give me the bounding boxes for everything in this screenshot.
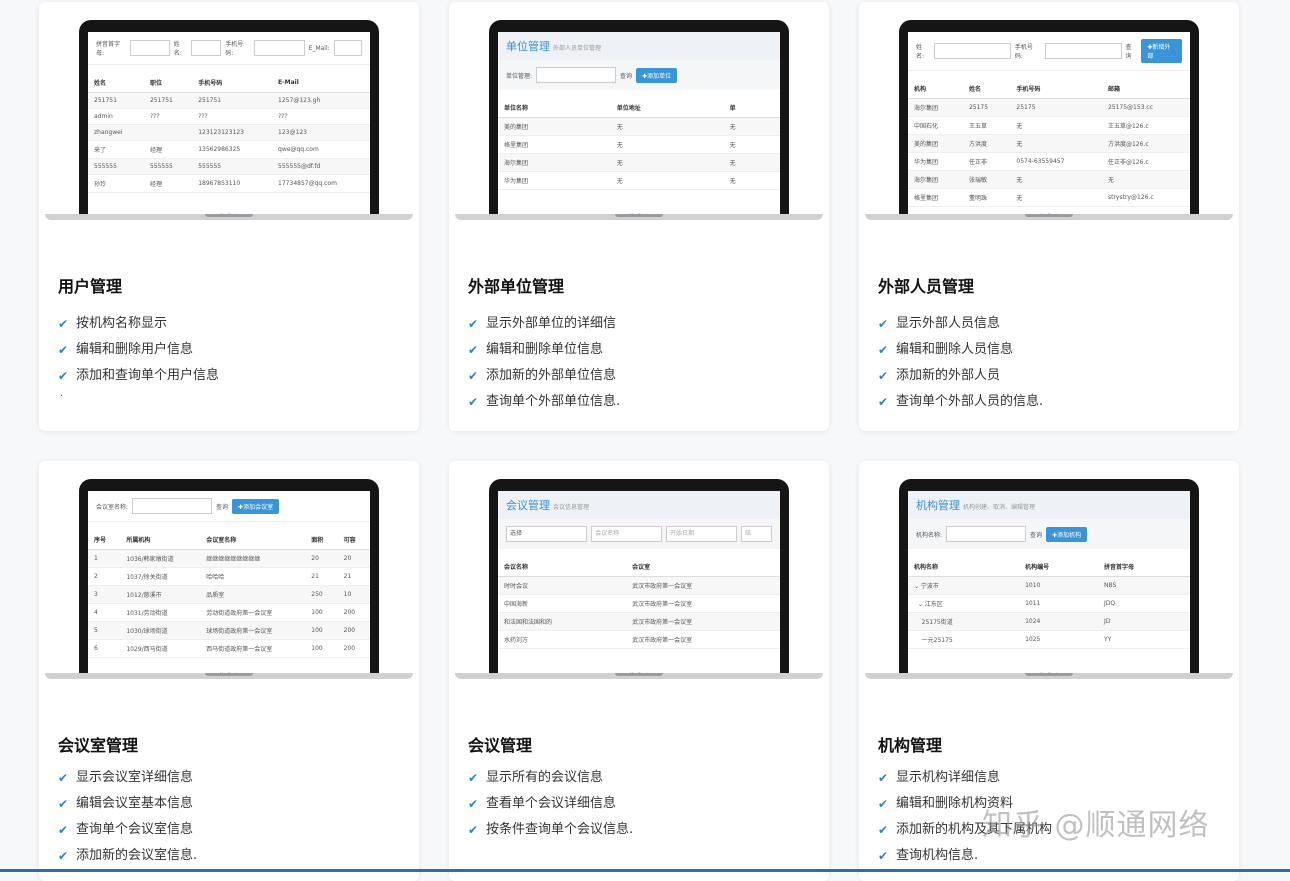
feature-list: ✔ 按机构名称显示 ✔ 编辑和删除用户信息 ✔ 添加和查询单个用户信息 . — [58, 311, 219, 399]
laptop-mockup: 会议管理 会议信息管理 选择 会议名称 开始日期 结 会议名称 会议室 时时会议 武汉… — [455, 479, 823, 687]
screenshot-person-list: 姓名: 手机号码: 查询 ✚新增外部 机构 姓名 手机号码 邮箱 海尔集团 25175 25… — [908, 32, 1190, 214]
feature-item: ✔ 编辑和删除人员信息 — [878, 337, 1043, 363]
laptop-mockup: 姓名: 手机号码: 查询 ✚新增外部 机构 姓名 手机号码 邮箱 海尔集团 25175 25… — [865, 20, 1233, 228]
feature-trailing-dot: . — [60, 388, 64, 399]
feature-item: ✔ 查看单个会议详细信息 — [468, 791, 633, 817]
feature-item: ✔ 添加新的外部单位信息 — [468, 363, 620, 389]
card-title: 会议管理 — [468, 736, 533, 755]
screenshot-meeting-list: 会议管理 会议信息管理 选择 会议名称 开始日期 结 会议名称 会议室 时时会议 武汉… — [498, 491, 780, 673]
check-icon: ✔ — [878, 343, 889, 357]
check-icon: ✔ — [878, 797, 889, 811]
screenshot-meeting-room-list: 会议室名称: 查询 ✚添加会议室 序号 所属机构 会议室名称 面积 可容 1 1036/韩家… — [88, 491, 370, 673]
card-title: 会议室管理 — [58, 736, 139, 755]
check-icon: ✔ — [58, 797, 69, 811]
screenshot-unit-list: 单位管理 外部人员单位管理 单位管理: 查询 ✚添加单位 单位名称 单位地址单 美的集… — [498, 32, 780, 214]
feature-item: ✔ 添加和查询单个用户信息 — [58, 363, 219, 389]
laptop-mockup: 拼音首字母: 姓名: 手机号码: E_Mail: 姓名 职位 手机号码 E-Mail … — [45, 20, 413, 228]
screenshot-organization-tree: 机构管理 机构创建、取消、编辑管理 机构名称: 查询 ✚添加机构 机构名称 机构编号拼… — [908, 491, 1190, 673]
feature-item: ✔ 显示外部单位的详细信 — [468, 311, 620, 337]
check-icon: ✔ — [58, 369, 69, 383]
check-icon: ✔ — [468, 343, 479, 357]
feature-list: ✔ 显示外部人员信息 ✔ 编辑和删除人员信息 ✔ 添加新的外部人员 ✔ 查询单个外部人员… — [878, 311, 1043, 415]
check-icon: ✔ — [468, 823, 479, 837]
feature-item: ✔ 查询机构信息. — [878, 843, 1052, 869]
check-icon: ✔ — [878, 771, 889, 785]
laptop-mockup: 单位管理 外部人员单位管理 单位管理: 查询 ✚添加单位 单位名称 单位地址单 美的集… — [455, 20, 823, 228]
card-external-person-management: 姓名: 手机号码: 查询 ✚新增外部 机构 姓名 手机号码 邮箱 海尔集团 25175 25… — [859, 2, 1239, 431]
check-icon: ✔ — [468, 797, 479, 811]
feature-list: ✔ 显示所有的会议信息 ✔ 查看单个会议详细信息 ✔ 按条件查询单个会议信息. — [468, 765, 633, 843]
feature-item: ✔ 显示机构详细信息 — [878, 765, 1052, 791]
screenshot-user-list: 拼音首字母: 姓名: 手机号码: E_Mail: 姓名 职位 手机号码 E-Mail … — [88, 32, 370, 214]
check-icon: ✔ — [878, 369, 889, 383]
check-icon: ✔ — [58, 771, 69, 785]
card-external-unit-management: 单位管理 外部人员单位管理 单位管理: 查询 ✚添加单位 单位名称 单位地址单 美的集… — [449, 2, 829, 431]
card-title: 机构管理 — [878, 736, 943, 755]
card-meeting-management: 会议管理 会议信息管理 选择 会议名称 开始日期 结 会议名称 会议室 时时会议 武汉… — [449, 461, 829, 881]
check-icon: ✔ — [878, 823, 889, 837]
feature-item: ✔ 查询单个外部人员的信息. — [878, 389, 1043, 415]
feature-item: ✔ 添加新的外部人员 — [878, 363, 1043, 389]
check-icon: ✔ — [58, 317, 69, 331]
feature-list: ✔ 显示外部单位的详细信 ✔ 编辑和删除单位信息 ✔ 添加新的外部单位信息 ✔ 查询单个… — [468, 311, 620, 415]
feature-item: ✔ 编辑会议室基本信息 — [58, 791, 197, 817]
check-icon: ✔ — [468, 317, 479, 331]
feature-item: ✔ 编辑和删除单位信息 — [468, 337, 620, 363]
check-icon: ✔ — [58, 343, 69, 357]
laptop-mockup: 会议室名称: 查询 ✚添加会议室 序号 所属机构 会议室名称 面积 可容 1 1036/韩家… — [45, 479, 413, 687]
check-icon: ✔ — [878, 395, 889, 409]
card-title: 用户管理 — [58, 277, 123, 296]
feature-item: ✔ 按条件查询单个会议信息. — [468, 817, 633, 843]
check-icon: ✔ — [878, 317, 889, 331]
check-icon: ✔ — [468, 395, 479, 409]
check-icon: ✔ — [468, 369, 479, 383]
watermark: 知乎 @顺通网络 — [982, 808, 1210, 843]
feature-item: ✔ 显示外部人员信息 — [878, 311, 1043, 337]
card-user-management: 拼音首字母: 姓名: 手机号码: E_Mail: 姓名 职位 手机号码 E-Mail … — [39, 2, 419, 431]
card-meeting-room-management: 会议室名称: 查询 ✚添加会议室 序号 所属机构 会议室名称 面积 可容 1 1036/韩家… — [39, 461, 419, 881]
feature-item: ✔ 编辑和删除用户信息 — [58, 337, 219, 363]
check-icon: ✔ — [468, 771, 479, 785]
check-icon: ✔ — [878, 849, 889, 863]
feature-item: ✔ 查询单个会议室信息 — [58, 817, 197, 843]
card-title: 外部单位管理 — [468, 277, 565, 296]
feature-list: ✔ 显示会议室详细信息 ✔ 编辑会议室基本信息 ✔ 查询单个会议室信息 ✔ 添加新的会议… — [58, 765, 197, 869]
feature-item: ✔ 按机构名称显示 — [58, 311, 219, 337]
feature-item: ✔ 查询单个外部单位信息. — [468, 389, 620, 415]
feature-item: ✔ 显示会议室详细信息 — [58, 765, 197, 791]
check-icon: ✔ — [58, 849, 69, 863]
card-title: 外部人员管理 — [878, 277, 975, 296]
check-icon: ✔ — [58, 823, 69, 837]
feature-item: ✔ 显示所有的会议信息 — [468, 765, 633, 791]
laptop-mockup: 机构管理 机构创建、取消、编辑管理 机构名称: 查询 ✚添加机构 机构名称 机构编号拼… — [865, 479, 1233, 687]
feature-item: ✔ 添加新的会议室信息. — [58, 843, 197, 869]
